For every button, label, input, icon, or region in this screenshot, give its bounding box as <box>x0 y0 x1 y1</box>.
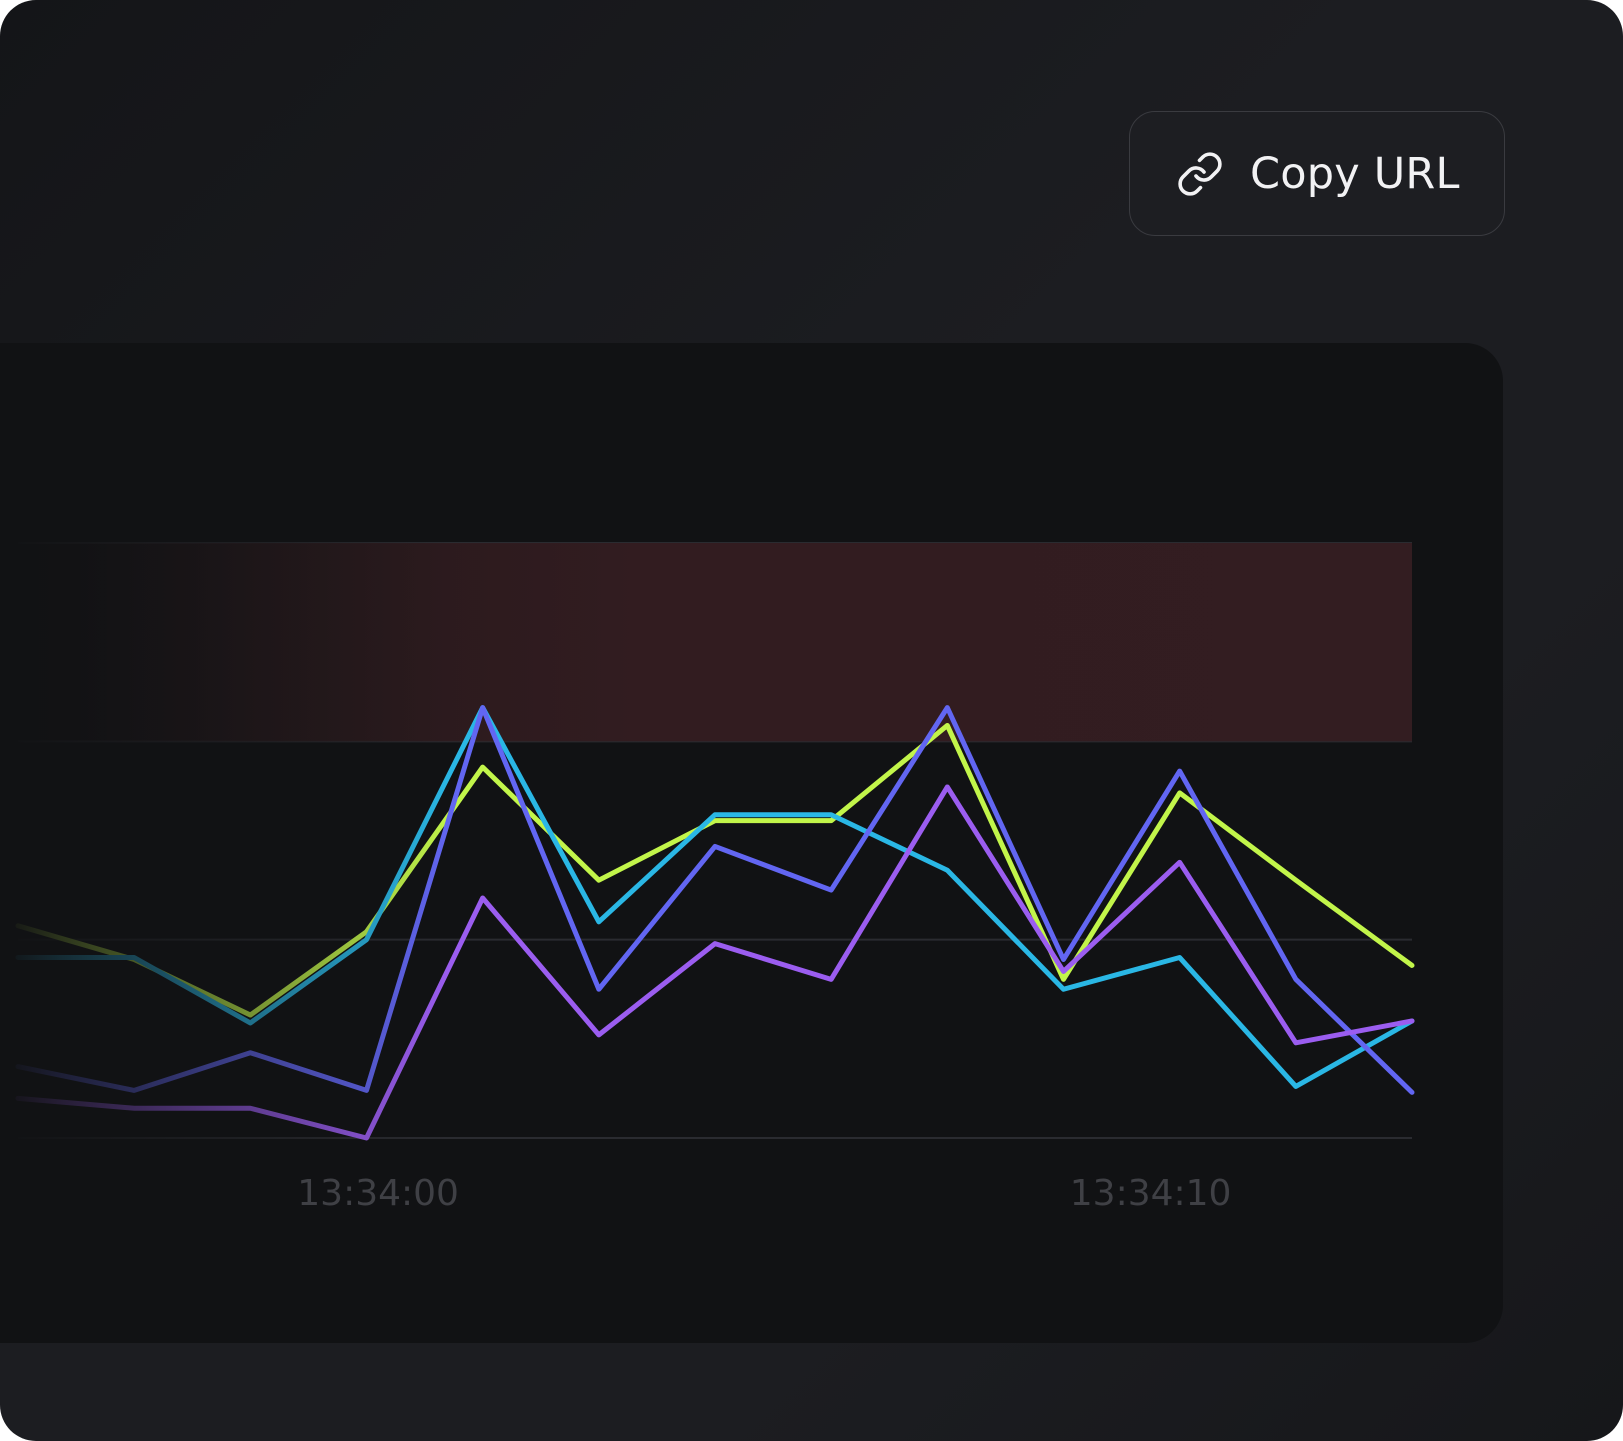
x-axis-ticks: 13:34:00 13:34:10 <box>297 1173 1231 1214</box>
chart-panel: 13:34:00 13:34:10 <box>0 343 1503 1343</box>
link-icon <box>1178 152 1222 196</box>
app-window: Copy URL 13:34:00 13:34:10 <box>0 0 1623 1441</box>
copy-url-label: Copy URL <box>1250 149 1460 199</box>
x-tick-label: 13:34:00 <box>297 1173 459 1214</box>
x-tick-label: 13:34:10 <box>1070 1173 1232 1214</box>
line-chart: 13:34:00 13:34:10 <box>0 343 1503 1214</box>
copy-url-button[interactable]: Copy URL <box>1129 111 1505 236</box>
left-fade-overlay <box>0 343 1503 1143</box>
